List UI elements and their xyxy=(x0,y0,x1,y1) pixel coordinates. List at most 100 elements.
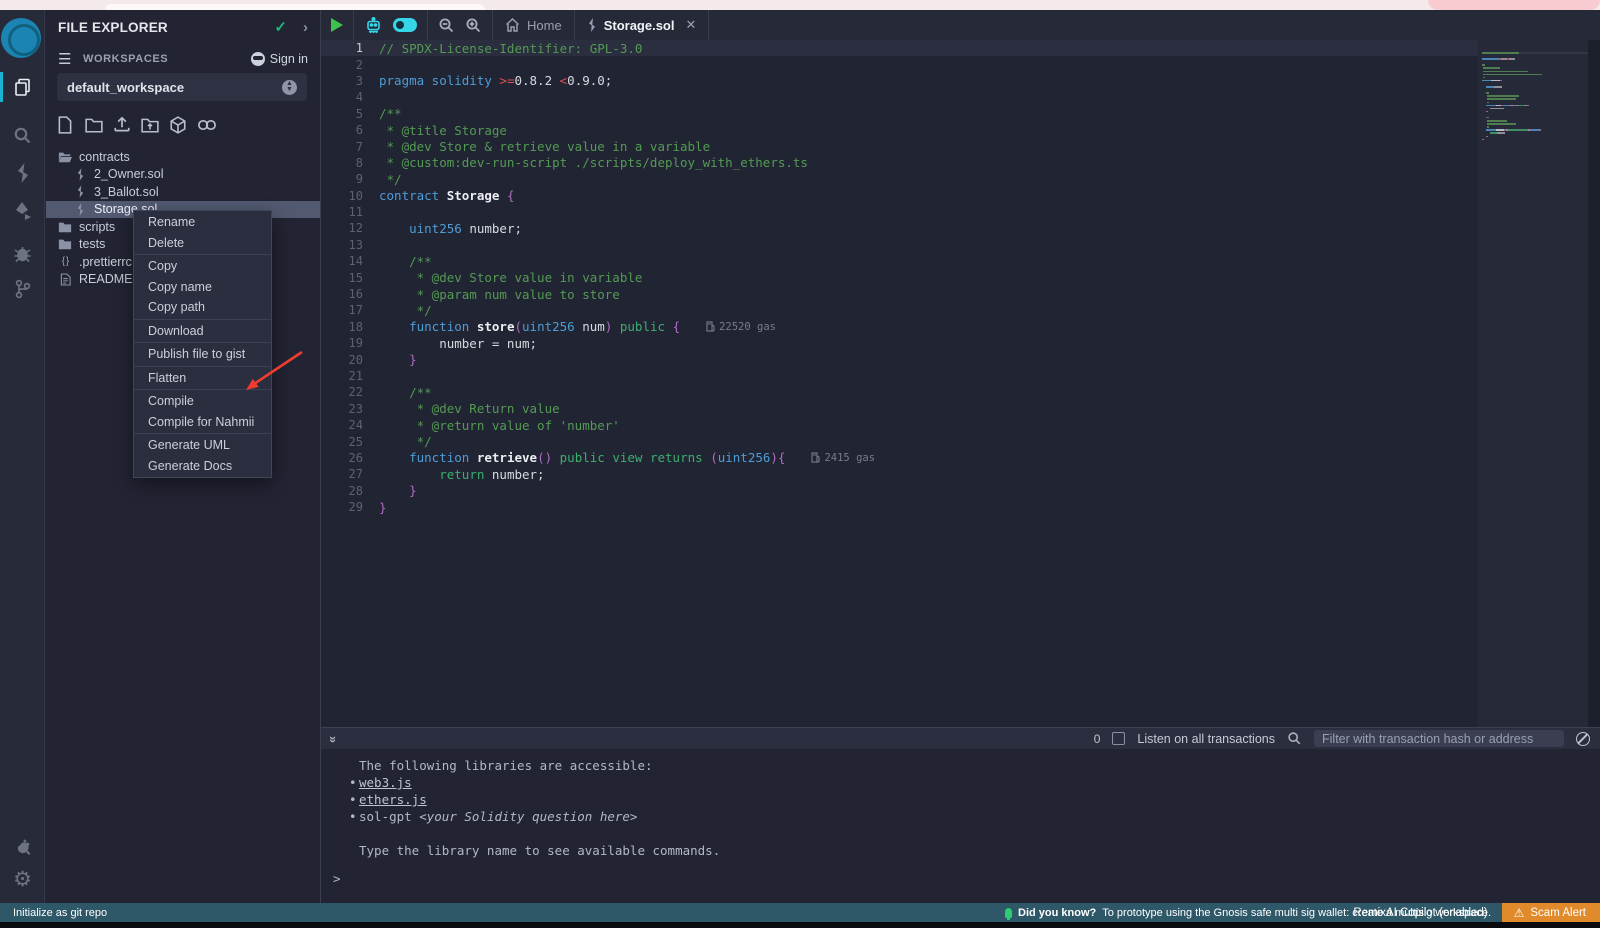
zoom-in-icon[interactable] xyxy=(465,17,482,34)
debugger-icon[interactable] xyxy=(0,236,45,270)
menu-item-copy-path[interactable]: Copy path xyxy=(134,297,271,318)
code-line-15[interactable]: 15 * @dev Store value in variable xyxy=(321,269,1600,285)
chevron-right-icon[interactable]: › xyxy=(303,19,308,36)
menu-item-rename[interactable]: Rename xyxy=(134,212,271,233)
check-icon[interactable]: ✓ xyxy=(274,18,287,36)
tree-item-label: contracts xyxy=(79,150,130,164)
code-text: } xyxy=(379,500,387,515)
code-line-17[interactable]: 17 */ xyxy=(321,302,1600,318)
tab-home[interactable]: Home xyxy=(493,10,575,40)
code-line-18[interactable]: 18 function store(uint256 num) public {2… xyxy=(321,319,1600,335)
code-line-8[interactable]: 8 * @custom:dev-run-script ./scripts/dep… xyxy=(321,155,1600,171)
code-line-28[interactable]: 28 } xyxy=(321,483,1600,499)
code-line-13[interactable]: 13 xyxy=(321,237,1600,253)
remix-logo[interactable] xyxy=(0,14,45,62)
sign-in-button[interactable]: Sign in xyxy=(251,52,308,66)
library-link[interactable]: ethers.js xyxy=(359,792,427,807)
code-line-7[interactable]: 7 * @dev Store & retrieve value in a var… xyxy=(321,138,1600,154)
code-line-5[interactable]: 5/** xyxy=(321,106,1600,122)
code-line-1[interactable]: 1// SPDX-License-Identifier: GPL-3.0 xyxy=(321,40,1600,56)
menu-item-download[interactable]: Download xyxy=(134,321,271,342)
clear-console-icon[interactable] xyxy=(1576,732,1590,746)
ai-robot-icon[interactable] xyxy=(364,17,383,34)
code-line-3[interactable]: 3pragma solidity >=0.8.2 <0.9.0; xyxy=(321,73,1600,89)
minimap[interactable] xyxy=(1478,40,1588,727)
code-line-4[interactable]: 4 xyxy=(321,89,1600,105)
terminal-collapse-icon[interactable]: » xyxy=(326,736,341,741)
menu-item-compile[interactable]: Compile xyxy=(134,391,271,412)
line-number: 25 xyxy=(321,435,379,449)
menu-item-delete[interactable]: Delete xyxy=(134,233,271,254)
close-tab-icon[interactable]: ✕ xyxy=(685,17,696,33)
menu-item-copy-name[interactable]: Copy name xyxy=(134,277,271,298)
import-url-icon[interactable] xyxy=(197,116,215,134)
tree-item-3-ballot-sol[interactable]: 3_Ballot.sol xyxy=(46,183,320,201)
listen-all-transactions-checkbox[interactable] xyxy=(1112,732,1125,745)
deploy-run-icon[interactable] xyxy=(0,194,45,228)
code-line-24[interactable]: 24 * @return value of 'number' xyxy=(321,417,1600,433)
menu-item-flatten[interactable]: Flatten xyxy=(134,368,271,389)
code-line-10[interactable]: 10contract Storage { xyxy=(321,188,1600,204)
file-text-icon xyxy=(58,273,72,286)
code-line-27[interactable]: 27 return number; xyxy=(321,466,1600,482)
code-line-29[interactable]: 29} xyxy=(321,499,1600,515)
code-text: * @dev Return value xyxy=(379,401,560,416)
copilot-toggle[interactable] xyxy=(393,18,417,32)
tab-storage-sol[interactable]: Storage.sol ✕ xyxy=(575,10,710,40)
run-script-button[interactable] xyxy=(331,18,343,32)
hamburger-menu-icon[interactable]: ☰ xyxy=(58,55,73,64)
code-line-11[interactable]: 11 xyxy=(321,204,1600,220)
search-icon[interactable] xyxy=(0,118,45,152)
upload-folder-icon[interactable] xyxy=(141,116,159,134)
minimap-line xyxy=(1482,77,1588,79)
terminal-prompt[interactable]: > xyxy=(331,871,1600,886)
code-line-14[interactable]: 14 /** xyxy=(321,253,1600,269)
editor-scrollbar[interactable] xyxy=(1588,40,1600,727)
code-line-25[interactable]: 25 */ xyxy=(321,433,1600,449)
code-line-23[interactable]: 23 * @dev Return value xyxy=(321,401,1600,417)
git-icon[interactable] xyxy=(0,272,45,306)
minimap-line xyxy=(1482,139,1588,141)
transaction-filter-input[interactable] xyxy=(1314,730,1564,747)
settings-gear-icon[interactable]: ⚙ xyxy=(0,862,45,896)
upload-file-icon[interactable] xyxy=(113,116,131,134)
code-line-16[interactable]: 16 * @param num value to store xyxy=(321,286,1600,302)
menu-item-copy[interactable]: Copy xyxy=(134,256,271,277)
code-line-20[interactable]: 20 } xyxy=(321,351,1600,367)
workspace-select[interactable]: default_workspace ▲▼ xyxy=(57,73,307,101)
git-init-button[interactable]: Initialize as git repo xyxy=(0,907,107,919)
code-line-2[interactable]: 2 xyxy=(321,56,1600,72)
tab-home-label: Home xyxy=(527,18,562,33)
library-link[interactable]: web3.js xyxy=(359,775,412,790)
tree-item-2-owner-sol[interactable]: 2_Owner.sol xyxy=(46,166,320,184)
menu-item-publish-file-to-gist[interactable]: Publish file to gist xyxy=(134,344,271,365)
scam-alert-button[interactable]: ⚠ Scam Alert xyxy=(1502,903,1600,922)
zoom-out-icon[interactable] xyxy=(438,17,455,34)
code-line-22[interactable]: 22 /** xyxy=(321,384,1600,400)
code-line-12[interactable]: 12 uint256 number; xyxy=(321,220,1600,236)
code-line-6[interactable]: 6 * @title Storage xyxy=(321,122,1600,138)
terminal-output[interactable]: The following libraries are accessible:•… xyxy=(321,749,1600,903)
plugin-manager-icon[interactable] xyxy=(0,830,45,864)
file-explorer-icon[interactable] xyxy=(0,70,45,104)
new-file-icon[interactable] xyxy=(57,116,75,134)
tree-item-contracts[interactable]: contracts xyxy=(46,148,320,166)
code-editor[interactable]: 1// SPDX-License-Identifier: GPL-3.023pr… xyxy=(321,40,1600,727)
menu-item-generate-uml[interactable]: Generate UML xyxy=(134,435,271,456)
menu-item-compile-for-nahmii[interactable]: Compile for Nahmii xyxy=(134,412,271,433)
code-line-19[interactable]: 19 number = num; xyxy=(321,335,1600,351)
code-line-21[interactable]: 21 xyxy=(321,368,1600,384)
line-number: 10 xyxy=(321,189,379,203)
code-text: * @title Storage xyxy=(379,123,507,138)
code-text: /** xyxy=(379,254,432,269)
code-line-26[interactable]: 26 function retrieve() public view retur… xyxy=(321,450,1600,466)
line-number: 7 xyxy=(321,140,379,154)
line-number: 11 xyxy=(321,205,379,219)
solidity-compiler-icon[interactable] xyxy=(0,156,45,190)
warning-icon: ⚠ xyxy=(1514,906,1525,920)
code-line-9[interactable]: 9 */ xyxy=(321,171,1600,187)
terminal-search-icon[interactable] xyxy=(1287,731,1302,746)
ipfs-cube-icon[interactable] xyxy=(169,116,187,134)
menu-item-generate-docs[interactable]: Generate Docs xyxy=(134,456,271,477)
new-folder-icon[interactable] xyxy=(85,116,103,134)
